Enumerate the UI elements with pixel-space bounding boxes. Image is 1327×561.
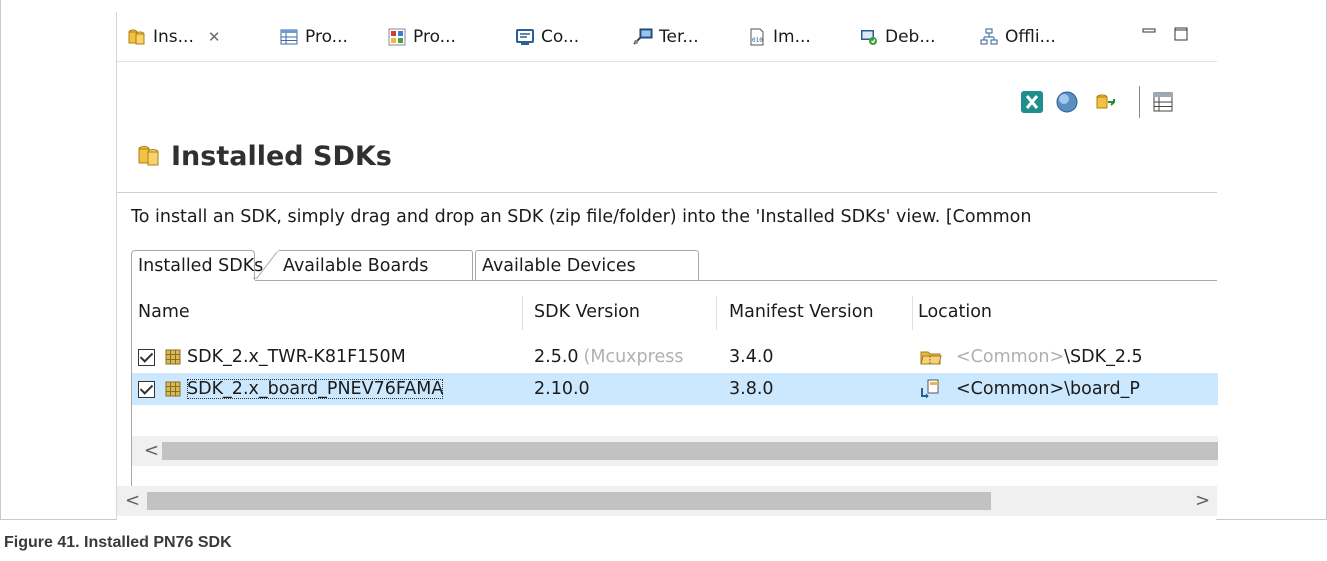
profile-icon (388, 28, 406, 46)
sdk-cylinder-icon (128, 29, 145, 45)
divider (117, 192, 1217, 193)
location-path: \board_P (1064, 379, 1140, 399)
tab-debug[interactable]: Deb... (859, 20, 936, 54)
tab-installed-sdks-list[interactable]: Installed SDKs (131, 250, 263, 280)
scroll-right-arrow[interactable]: > (1195, 490, 1210, 511)
column-header-location[interactable]: Location (918, 292, 992, 332)
tab-console[interactable]: Co... (515, 20, 579, 54)
row-checkbox[interactable] (138, 348, 155, 366)
column-divider[interactable] (912, 296, 913, 330)
table-icon (280, 29, 298, 45)
page-title: Installed SDKs (137, 136, 392, 176)
scroll-left-arrow[interactable]: < (125, 490, 140, 511)
column-divider[interactable] (522, 296, 523, 330)
sdk-name: SDK_2.x_board_PNEV76FAMA (187, 379, 444, 399)
column-header-sdk-version[interactable]: SDK Version (534, 292, 640, 332)
inner-tab-bar: Installed SDKs Available Boards Availabl… (131, 250, 1217, 282)
scrollbar-thumb[interactable] (162, 442, 1218, 460)
row-checkbox[interactable] (138, 380, 155, 398)
tab-label: Ins... (153, 27, 194, 47)
debug-icon (861, 30, 877, 45)
sdk-version: 2.10.0 (534, 379, 590, 399)
folder-link-icon (921, 379, 939, 399)
installed-sdks-view: Ins... ✕ Pro... Pro... Co... Ter... 010 … (116, 12, 1218, 520)
minimize-icon[interactable] (1141, 26, 1157, 42)
column-header-manifest-version[interactable]: Manifest Version (729, 292, 874, 332)
tab-properties[interactable]: Pro... (279, 20, 348, 54)
tab-label: Pro... (413, 27, 456, 47)
view-columns-icon[interactable] (1151, 90, 1175, 114)
sdk-package-icon (165, 381, 181, 397)
manifest-version: 3.4.0 (729, 347, 774, 367)
manifest-version: 3.8.0 (729, 379, 774, 399)
tab-label: Offli... (1005, 27, 1056, 47)
maximize-icon[interactable] (1173, 26, 1189, 42)
tab-image[interactable]: 010 Im... (747, 20, 811, 54)
tab-label: Ter... (659, 27, 699, 47)
terminal-icon (633, 28, 653, 45)
install-hint: To install an SDK, simply drag and drop … (131, 207, 1032, 227)
binary-image-icon: 010 (750, 28, 764, 46)
tab-offline[interactable]: Offli... (979, 20, 1056, 54)
sdk-version: 2.5.0 (534, 347, 579, 367)
tab-terminal[interactable]: Ter... (633, 20, 699, 54)
sdk-cylinder-icon (138, 146, 159, 166)
tab-label: Deb... (885, 27, 936, 47)
location-path: \SDK_2.5 (1064, 347, 1143, 367)
tab-available-boards[interactable]: Available Boards (277, 250, 473, 280)
close-tab-icon[interactable]: ✕ (208, 28, 221, 46)
view-tab-bar: Ins... ✕ Pro... Pro... Co... Ter... 010 … (117, 12, 1217, 62)
tab-installed-sdks[interactable]: Ins... ✕ (127, 20, 220, 54)
folder-zip-icon (920, 351, 942, 365)
column-header-name[interactable]: Name (138, 292, 190, 332)
sdk-package-icon (165, 349, 181, 365)
table-row-selected[interactable]: SDK_2.x_board_PNEV76FAMA 2.10.0 3.8.0 <C… (132, 373, 1218, 405)
toolbar-separator (1139, 86, 1140, 118)
sdk-table: Name SDK Version Manifest Version Locati… (131, 280, 1218, 488)
table-row[interactable]: SDK_2.x_TWR-K81F150M 2.5.0 (Mcuxpress 3.… (132, 341, 1218, 373)
page-title-text: Installed SDKs (171, 140, 392, 172)
figure-caption: Figure 41. Installed PN76 SDK (4, 534, 232, 551)
table-horizontal-scrollbar[interactable]: < (132, 436, 1218, 466)
tab-label: Co... (541, 27, 580, 47)
console-icon (516, 29, 534, 45)
view-horizontal-scrollbar[interactable]: < > (117, 486, 1217, 516)
tab-label: Im... (773, 27, 811, 47)
tab-available-devices[interactable]: Available Devices (475, 250, 699, 280)
tab-slant-divider (253, 251, 278, 279)
location-prefix: <Common> (956, 347, 1065, 367)
column-divider[interactable] (716, 296, 717, 330)
svg-text:010: 010 (752, 37, 763, 44)
tab-label: Pro... (305, 27, 348, 47)
scrollbar-thumb[interactable] (147, 492, 991, 510)
import-sdk-icon[interactable] (1093, 90, 1117, 114)
sdk-version-note: (Mcuxpress (583, 347, 684, 367)
location-prefix: <Common> (956, 379, 1065, 399)
excel-export-icon[interactable] (1020, 90, 1044, 114)
scroll-left-arrow[interactable]: < (144, 440, 159, 461)
sdk-name: SDK_2.x_TWR-K81F150M (187, 347, 406, 367)
table-header: Name SDK Version Manifest Version Locati… (132, 292, 1218, 332)
offline-tree-icon (980, 28, 998, 45)
tab-profile[interactable]: Pro... (387, 20, 456, 54)
globe-icon[interactable] (1055, 90, 1079, 114)
